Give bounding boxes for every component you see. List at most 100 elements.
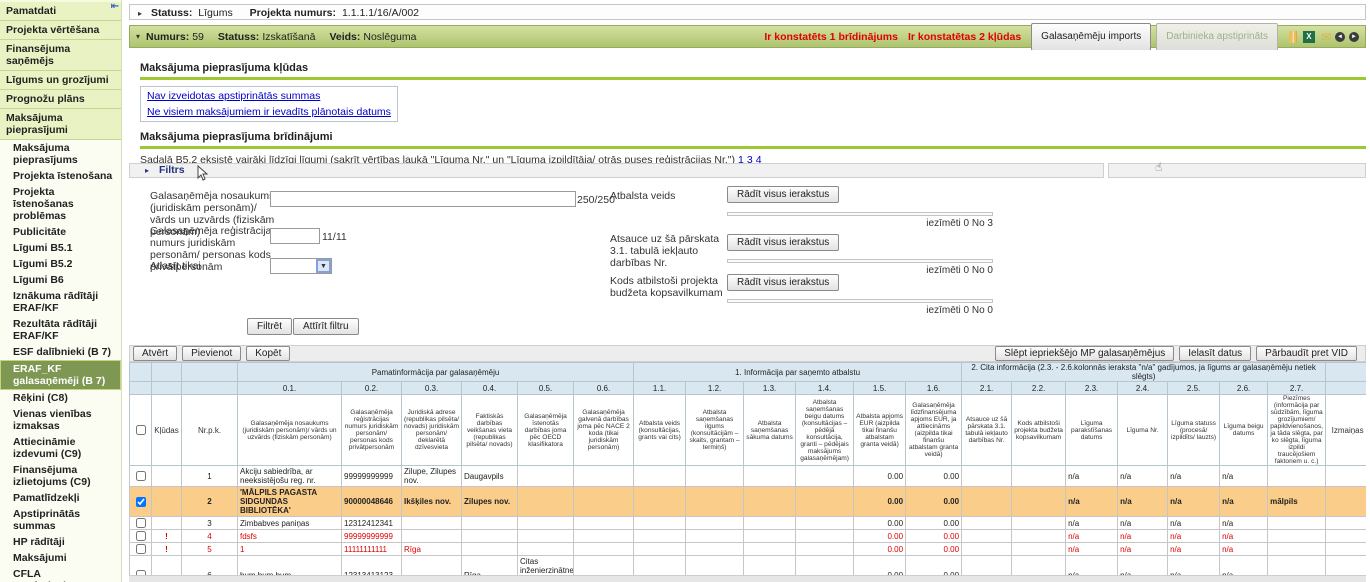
grid-cell-izmainas [1326,487,1366,517]
sidebar-item-apstiprinatas-summas[interactable]: Apstiprinātās summas [0,506,121,534]
sidebar-item-attiecinamie-izdevumi[interactable]: Attiecināmie izdevumi (C9) [0,434,121,462]
sidebar-item-projekta-istenosanas-problemas[interactable]: Projekta īstenošanas problēmas [0,184,121,224]
ielasit-datus-button[interactable]: Ielasīt datus [1179,346,1251,361]
radit-visus-ierakstus-button-3[interactable]: Rādīt visus ierakstus [727,274,839,291]
sidebar-item-ligumi-b51[interactable]: Līgumi B5.1 [0,240,121,256]
grid-cell [962,556,1012,577]
grid-cell: 0.00 [906,543,962,556]
table-row[interactable]: 2'MĀLPILS PAGASTA SIDGUNDAS BIBLIOTĒKA'9… [130,487,1367,517]
grid-col-number: 0.4. [462,382,518,395]
grid-cell [796,556,854,577]
grid-cell: 99999999999 [342,466,402,487]
expand-arrow-icon[interactable]: ▸ [138,6,142,22]
table-row[interactable]: 1Akciju sabiedrība, ar neeksistējošu reg… [130,466,1367,487]
grid-cell: Zilupes nov. [462,487,518,517]
grid-col-number: 0.6. [574,382,634,395]
grid-cell [574,517,634,530]
project-number-label: Projekta numurs: [250,7,336,19]
vertical-bars-icon[interactable] [1289,31,1297,43]
grid-col-header: Piezīmes (informācija par sūdzībām, līgu… [1268,395,1326,466]
filter-header-bar[interactable]: ▸ Filtrs [129,163,1104,178]
row-checkbox[interactable] [136,497,146,507]
excel-export-icon[interactable]: X [1303,31,1315,43]
nav-prev-icon[interactable]: ◄ [1335,32,1345,42]
row-checkbox[interactable] [136,544,146,554]
sidebar-item-vienas-vienibas-izmaksas[interactable]: Vienas vienības izmaksas [0,406,121,434]
sidebar-item-projekta-vertesana[interactable]: Projekta vērtēšana [0,21,121,40]
grid-cell [634,530,686,543]
sidebar-item-eraf-kf-galasanemeji[interactable]: ERAF_KF galasaņēmēji (B 7) [0,360,121,390]
payment-request-header-bar[interactable]: ▾ Numurs: 59 Statuss: Izskatīšanā Veids:… [129,25,1366,48]
error-link-summas[interactable]: Nav izveidotas apstiprinātās summas [147,88,391,104]
sidebar-item-finansejuma-izlietojums[interactable]: Finansējuma izlietojums (C9) [0,462,121,490]
filtret-button[interactable]: Filtrēt [247,318,292,335]
registracijas-input[interactable] [270,228,320,244]
grid-col-header: Līguma parakstīšanas datums [1066,395,1118,466]
grid-cell: 12313413123 [342,556,402,577]
sidebar-item-ligums-un-grozijumi[interactable]: Līgums un grozījumi [0,71,121,90]
project-status-bar[interactable]: ▸ Statuss: Līgums Projekta numurs: 1.1.1… [129,4,1366,20]
radit-visus-ierakstus-button-1[interactable]: Rādīt visus ierakstus [727,186,839,203]
sidebar-item-pamatlidzekli[interactable]: Pamatlīdzekļi [0,490,121,506]
grid-col-header-errors: Kļūdas [152,395,182,466]
table-row[interactable]: !4fdsfs999999999990.000.00n/an/an/an/a [130,530,1367,543]
atvert-button[interactable]: Atvērt [133,346,177,361]
collapse-arrow-icon[interactable]: ▾ [136,26,140,48]
sidebar-collapse-icon[interactable]: ⇤ [111,1,119,12]
grid-cell: n/a [1118,487,1168,517]
multiselect-list-2[interactable] [727,259,993,263]
select-all-checkbox[interactable] [136,425,146,435]
mail-icon[interactable]: ✉ [1321,31,1331,43]
grid-col-header: Atbalsta apjoms EUR (aizpilda tikai fina… [854,395,906,466]
sidebar-item-esf-dalibnieki[interactable]: ESF dalībnieki (B 7) [0,344,121,360]
sidebar-item-rezultata-raditaji[interactable]: Rezultāta rādītāji ERAF/KF [0,316,121,344]
attirit-filtru-button[interactable]: Attīrīt filtru [293,318,359,335]
grid-group-header-0: Pamatinformācija par galasaņēmēju [238,363,634,382]
grid-cell [1012,530,1066,543]
sidebar-item-maksajumi[interactable]: Maksājumi [0,550,121,566]
sidebar-item-maksajuma-pieprasijumi[interactable]: Maksājuma pieprasījumi [0,109,121,140]
galasanemeju-imports-button[interactable]: Galasaņēmēju imports [1031,23,1151,51]
slept-ieprieksejo-button[interactable]: Slēpt iepriekšējo MP galasaņēmējus [995,346,1174,361]
sidebar-item-cfla-apstiprinajuma-dokumenti[interactable]: CFLA apstiprinājuma dokumenti [0,566,121,582]
filter-header-bar-right[interactable] [1108,163,1366,178]
multiselect-list-3[interactable] [727,299,993,303]
sidebar-item-pamatdati[interactable]: Pamatdati [0,2,121,21]
sidebar-item-maksajuma-pieprasijums[interactable]: Maksājuma pieprasījums [0,140,121,168]
atlasit-tikai-select[interactable]: ▼ [270,258,332,274]
sidebar-item-ligumi-b6[interactable]: Līgumi B6 [0,272,121,288]
sidebar-item-ligumi-b52[interactable]: Līgumi B5.2 [0,256,121,272]
grid-cell [796,543,854,556]
row-checkbox[interactable] [136,531,146,541]
nosaukums-input[interactable] [270,191,576,207]
darbinieka-apstiprinats-button[interactable]: Darbinieka apstiprināts [1156,23,1278,51]
radit-visus-ierakstus-button-2[interactable]: Rādīt visus ierakstus [727,234,839,251]
sidebar-item-rekini[interactable]: Rēķini (C8) [0,390,121,406]
sidebar-item-prognozu-plans[interactable]: Prognožu plāns [0,90,121,109]
parbaudit-pret-vid-button[interactable]: Pārbaudīt pret VID [1256,346,1357,361]
chevron-down-icon[interactable]: ▼ [316,259,331,273]
sidebar-item-iznakuma-raditaji[interactable]: Iznākuma rādītāji ERAF/KF [0,288,121,316]
table-row[interactable]: 6bum bum bum12313413123RīgaCitas inženie… [130,556,1367,577]
error-link-datums[interactable]: Ne visiem maksājumiem ir ievadīts plānot… [147,104,391,120]
table-row[interactable]: !5111111111111Rīga0.000.00n/an/an/an/a [130,543,1367,556]
row-checkbox[interactable] [136,518,146,528]
horizontal-scrollbar[interactable] [129,575,1366,582]
sidebar-item-projekta-istenosana[interactable]: Projekta īstenošana [0,168,121,184]
row-checkbox[interactable] [136,471,146,481]
multiselect-list-1[interactable] [727,212,993,216]
sidebar-item-publicitate[interactable]: Publicitāte [0,224,121,240]
sidebar-item-hp-raditaji[interactable]: HP rādītāji [0,534,121,550]
grid-cell [962,487,1012,517]
grid-cell [744,543,796,556]
sidebar-item-finansejuma-sanemejs[interactable]: Finansējuma saņēmējs [0,40,121,71]
filter-body: Galasaņēmēja nosaukums (juridiskām perso… [129,178,1366,345]
table-row[interactable]: 3Zimbabves paniņas123124123410.000.00n/a… [130,517,1367,530]
nav-next-icon[interactable]: ► [1349,32,1359,42]
grid-col-number: 1.4. [796,382,854,395]
pievienot-button[interactable]: Pievienot [182,346,241,361]
row-select-cell [130,530,152,543]
grid-col-header-nr: Nr.p.k. [182,395,238,466]
filter-expand-icon[interactable]: ▸ [145,164,149,177]
kopet-button[interactable]: Kopēt [246,346,290,361]
